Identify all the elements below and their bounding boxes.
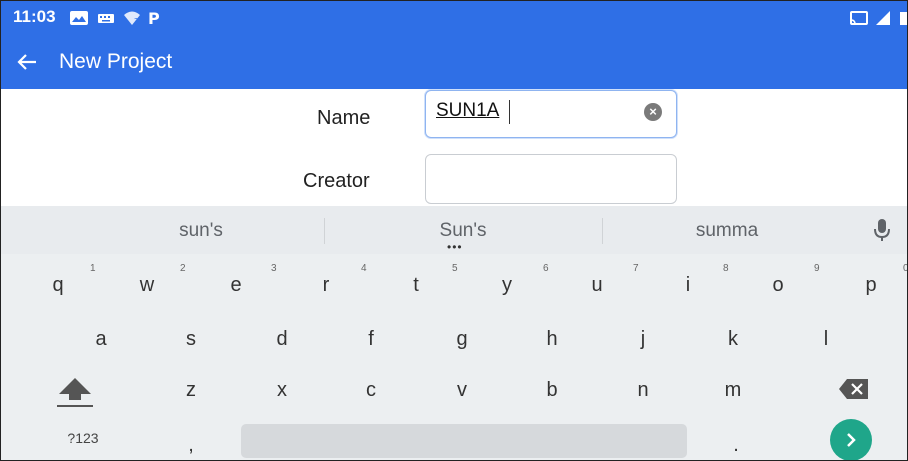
spacebar[interactable] bbox=[241, 424, 687, 458]
key-e[interactable]: e bbox=[221, 274, 251, 297]
creator-field[interactable] bbox=[425, 154, 677, 204]
go-button[interactable] bbox=[830, 419, 872, 460]
key-c[interactable]: c bbox=[356, 379, 386, 402]
cast-icon bbox=[850, 11, 868, 25]
name-label: Name bbox=[317, 107, 371, 129]
key-f[interactable]: f bbox=[356, 328, 386, 351]
svg-text:P: P bbox=[148, 10, 160, 26]
name-field[interactable]: SUN1A × bbox=[425, 90, 677, 138]
key-y-number: 6 bbox=[543, 263, 549, 274]
key-a[interactable]: a bbox=[86, 328, 116, 351]
status-bar: 11:03 ? P bbox=[1, 1, 907, 37]
key-y[interactable]: y bbox=[492, 274, 522, 297]
comma-key[interactable]: , bbox=[176, 434, 206, 457]
key-r-number: 4 bbox=[361, 263, 367, 274]
backspace-key-icon[interactable] bbox=[837, 376, 871, 402]
screen: 11:03 ? P New Project Name SUN1A × Creat… bbox=[0, 0, 908, 461]
creator-label: Creator bbox=[303, 170, 370, 192]
key-i[interactable]: i bbox=[673, 274, 703, 297]
wifi-icon: ? bbox=[124, 11, 140, 26]
key-u-number: 7 bbox=[633, 263, 639, 274]
key-v[interactable]: v bbox=[447, 379, 477, 402]
signal-icon bbox=[876, 11, 890, 25]
key-h[interactable]: h bbox=[537, 328, 567, 351]
clear-text-icon[interactable]: × bbox=[644, 103, 662, 121]
key-p-number: 0 bbox=[903, 263, 907, 274]
parking-icon: P bbox=[148, 10, 160, 26]
gallery-icon bbox=[70, 11, 88, 25]
suggestion-divider bbox=[324, 218, 325, 244]
key-r[interactable]: r bbox=[311, 274, 341, 297]
suggestion-item[interactable]: Sun's bbox=[363, 220, 563, 242]
microphone-icon[interactable] bbox=[873, 218, 891, 242]
key-q-number: 1 bbox=[90, 263, 96, 274]
key-w[interactable]: w bbox=[132, 274, 162, 297]
key-d[interactable]: d bbox=[267, 328, 297, 351]
suggestion-item[interactable]: sun's bbox=[101, 220, 301, 242]
key-k[interactable]: k bbox=[718, 328, 748, 351]
name-value: SUN1A bbox=[436, 100, 500, 121]
status-time: 11:03 bbox=[13, 7, 56, 26]
key-n[interactable]: n bbox=[628, 379, 658, 402]
key-z[interactable]: z bbox=[176, 379, 206, 402]
shift-key-icon[interactable] bbox=[53, 374, 97, 410]
key-g[interactable]: g bbox=[447, 328, 477, 351]
soft-keyboard: sun's Sun's ••• summa q 1 w 2 e 3 r 4 t … bbox=[1, 206, 907, 460]
back-arrow-icon[interactable] bbox=[15, 50, 39, 74]
key-s[interactable]: s bbox=[176, 328, 206, 351]
key-t-number: 5 bbox=[452, 263, 458, 274]
key-o[interactable]: o bbox=[763, 274, 793, 297]
key-b[interactable]: b bbox=[537, 379, 567, 402]
key-m[interactable]: m bbox=[718, 379, 748, 402]
svg-text:?: ? bbox=[134, 17, 138, 26]
key-q[interactable]: q bbox=[43, 274, 73, 297]
text-caret bbox=[509, 100, 510, 124]
key-l[interactable]: l bbox=[811, 328, 841, 351]
more-suggestions-icon[interactable]: ••• bbox=[447, 240, 463, 254]
key-x[interactable]: x bbox=[267, 379, 297, 402]
app-bar: New Project bbox=[1, 37, 907, 89]
key-w-number: 2 bbox=[180, 263, 186, 274]
key-p[interactable]: p bbox=[856, 274, 886, 297]
suggestion-item[interactable]: summa bbox=[627, 220, 827, 242]
period-key[interactable]: . bbox=[721, 434, 751, 457]
page-title: New Project bbox=[59, 50, 173, 73]
key-t[interactable]: t bbox=[401, 274, 431, 297]
key-u[interactable]: u bbox=[582, 274, 612, 297]
key-o-number: 9 bbox=[814, 263, 820, 274]
symbols-key[interactable]: ?123 bbox=[53, 430, 113, 446]
key-e-number: 3 bbox=[271, 263, 277, 274]
keyboard-icon bbox=[98, 14, 114, 23]
key-j[interactable]: j bbox=[628, 328, 658, 351]
key-i-number: 8 bbox=[723, 263, 729, 274]
battery-icon bbox=[900, 12, 907, 25]
suggestion-divider bbox=[602, 218, 603, 244]
suggestion-strip: sun's Sun's ••• summa bbox=[1, 206, 907, 254]
chevron-right-icon bbox=[847, 433, 856, 447]
